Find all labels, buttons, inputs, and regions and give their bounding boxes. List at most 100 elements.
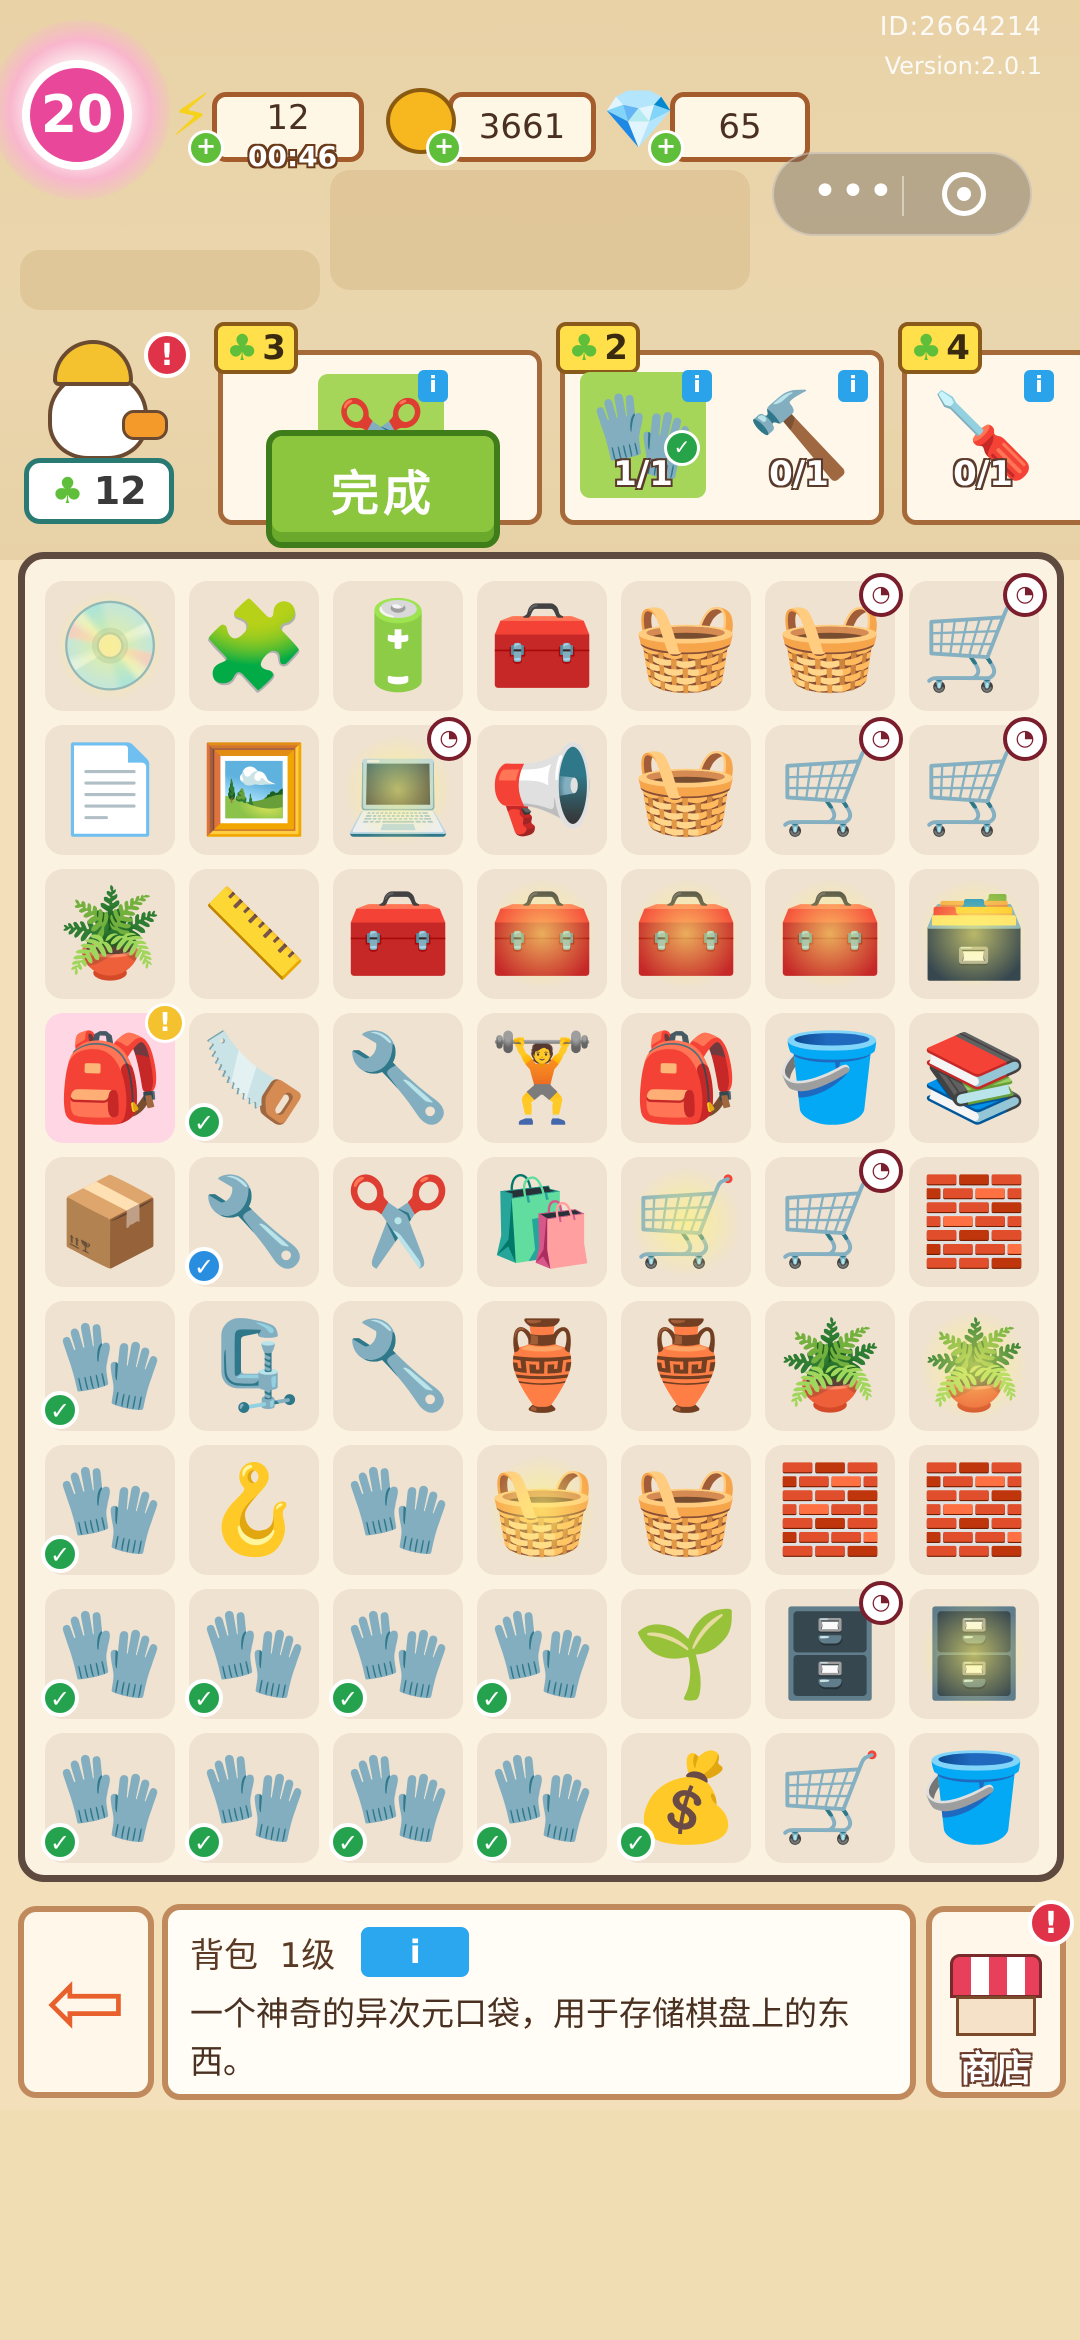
board-cell[interactable]: 🎒 bbox=[621, 1013, 751, 1143]
add-energy-button[interactable]: + bbox=[188, 130, 224, 166]
board-cell[interactable]: 🪴 bbox=[765, 1301, 895, 1431]
board-cell[interactable]: 🛒 ◔ bbox=[909, 573, 1047, 711]
add-coins-button[interactable]: + bbox=[426, 130, 462, 166]
board-cell[interactable]: 🧱 bbox=[765, 1445, 895, 1575]
board-cell[interactable]: 🧤 bbox=[333, 1445, 463, 1575]
order-2-item-1-progress: 1/1 bbox=[613, 454, 673, 494]
board-cell[interactable]: 🧰 bbox=[477, 869, 607, 999]
board-cell[interactable]: 🪚 ✓ bbox=[185, 1013, 319, 1143]
board-cell[interactable]: 🧺 bbox=[621, 725, 751, 855]
board-cell[interactable]: 🧺 bbox=[477, 1445, 607, 1575]
order-2-reward-value: 2 bbox=[604, 328, 628, 368]
board-cell[interactable]: 🗜️ bbox=[189, 1301, 319, 1431]
generator-sparkle bbox=[765, 869, 895, 999]
board-cell[interactable]: 🧤 ✓ bbox=[329, 1589, 463, 1719]
board-cell[interactable]: 🧤 ✓ bbox=[329, 1733, 463, 1863]
order-3-info-button[interactable]: i bbox=[1024, 370, 1054, 402]
board-cell[interactable]: 🔧 ✓ bbox=[185, 1157, 319, 1287]
backpack-icon: 🎒 bbox=[56, 1028, 164, 1128]
board-cell[interactable]: 📢 bbox=[477, 725, 607, 855]
board-cell[interactable]: 🔋 bbox=[333, 581, 463, 711]
board-cell[interactable]: 🧤 ✓ bbox=[473, 1733, 607, 1863]
board-cell[interactable]: 🛍️ bbox=[477, 1157, 607, 1287]
exit-button[interactable]: ⇦ bbox=[18, 1906, 154, 2098]
board-cell[interactable]: 🖼️ bbox=[189, 725, 319, 855]
board-cell[interactable]: 🪴 bbox=[45, 869, 175, 999]
board-cell[interactable]: 🧱 bbox=[909, 1157, 1039, 1287]
order-ready-check-icon: ✓ bbox=[185, 1823, 223, 1861]
board-cell[interactable]: 🧺 bbox=[621, 1445, 751, 1575]
board-cell[interactable]: 🏺 bbox=[477, 1301, 607, 1431]
board-cell[interactable]: 🛒 bbox=[765, 1733, 895, 1863]
board-cell[interactable]: 🧺 bbox=[621, 581, 751, 711]
board-cell[interactable]: 🧺 ◔ bbox=[765, 573, 903, 711]
board-cell[interactable]: 📚 bbox=[909, 1013, 1039, 1143]
board-cell[interactable]: 🪝 bbox=[189, 1445, 319, 1575]
item-alert-icon: ! bbox=[145, 1003, 185, 1043]
board-cell[interactable]: 🛒 ◔ bbox=[765, 1149, 903, 1287]
tool-cart-icon: 🛒 bbox=[920, 740, 1028, 840]
broken-pot-icon: 🏺 bbox=[488, 1316, 596, 1416]
board-cell[interactable]: 🛒 ◔ bbox=[765, 717, 903, 855]
coin-counter[interactable]: 3661 bbox=[448, 92, 596, 162]
board-cell[interactable]: 📏 bbox=[189, 869, 319, 999]
board-cell[interactable]: 🪣 bbox=[765, 1013, 895, 1143]
level-badge[interactable]: 20 bbox=[22, 60, 132, 170]
board-cell[interactable]: 📄 bbox=[45, 725, 175, 855]
board-cell[interactable]: 🧤 ✓ bbox=[41, 1301, 175, 1431]
green-wrench-icon: 🔧 bbox=[344, 1316, 452, 1416]
board-cell[interactable]: 🪴 bbox=[909, 1301, 1039, 1431]
board-cell[interactable]: 🗃️ bbox=[909, 869, 1039, 999]
board-cell[interactable]: 🔧 bbox=[333, 1301, 463, 1431]
board-cell[interactable]: 💿 bbox=[45, 581, 175, 711]
board-cell[interactable]: 🏺 bbox=[621, 1301, 751, 1431]
board-cell[interactable]: 🧤 ✓ bbox=[41, 1733, 175, 1863]
board-cell[interactable]: 🏋️ bbox=[477, 1013, 607, 1143]
generator-sparkle bbox=[477, 1445, 607, 1575]
order-2-item-1-info-button[interactable]: i bbox=[682, 370, 712, 402]
board-cell[interactable]: 🪣 bbox=[909, 1733, 1039, 1863]
order-2-item-2-info-button[interactable]: i bbox=[838, 370, 868, 402]
version-label: Version:2.0.1 bbox=[884, 52, 1042, 80]
board-cell[interactable]: ✂️ bbox=[333, 1157, 463, 1287]
gem-counter[interactable]: 65 bbox=[670, 92, 810, 162]
board-cell[interactable]: 🎒! bbox=[45, 1003, 185, 1143]
board-cell[interactable]: 🧤 ✓ bbox=[41, 1445, 175, 1575]
glove-icon: 🧤 bbox=[344, 1460, 452, 1560]
order-ready-check-icon: ✓ bbox=[473, 1679, 511, 1717]
board-cell[interactable]: 🧰 bbox=[477, 581, 607, 711]
board-cell[interactable]: 🗄️ bbox=[909, 1589, 1039, 1719]
more-dots-icon[interactable]: ••• bbox=[812, 170, 896, 214]
board-cell[interactable]: 🌱 bbox=[621, 1589, 751, 1719]
board-cell[interactable]: 🔧 bbox=[333, 1013, 463, 1143]
board-cell[interactable]: 💰 ✓ bbox=[617, 1733, 751, 1863]
cooldown-timer-icon: ◔ bbox=[859, 1581, 903, 1625]
order-1-info-button[interactable]: i bbox=[418, 370, 448, 402]
item-info-button[interactable]: i bbox=[361, 1927, 470, 1977]
target-icon[interactable] bbox=[942, 172, 986, 216]
board-cell[interactable]: 🧰 bbox=[765, 869, 895, 999]
board-cell[interactable]: 🧱 bbox=[909, 1445, 1039, 1575]
shop-awning-icon bbox=[950, 1954, 1042, 1998]
board-cell[interactable]: 🧤 ✓ bbox=[473, 1589, 607, 1719]
exit-arrow-icon: ⇦ bbox=[45, 1946, 127, 2058]
board-cell[interactable]: 🛒 ◔ bbox=[909, 717, 1047, 855]
board-cell[interactable]: 💻◔ bbox=[333, 717, 471, 855]
board-cell[interactable]: 🧤 ✓ bbox=[185, 1589, 319, 1719]
board-cell[interactable]: 🧰 bbox=[333, 869, 463, 999]
board-cell[interactable]: 🧩 bbox=[189, 581, 319, 711]
shop-button[interactable]: ! 商店 bbox=[926, 1900, 1074, 2098]
box-cart-icon: 🛒 bbox=[776, 1172, 884, 1272]
complete-order-button[interactable]: 完成 bbox=[266, 430, 500, 548]
board-cell[interactable]: 🧰 bbox=[621, 869, 751, 999]
duck-character[interactable] bbox=[38, 340, 168, 460]
add-gems-button[interactable]: + bbox=[648, 130, 684, 166]
board-cell[interactable]: 🛒 bbox=[621, 1157, 751, 1287]
shop-icon bbox=[956, 1996, 1036, 2036]
board-cell[interactable]: 🧤 ✓ bbox=[41, 1589, 175, 1719]
board-cell[interactable]: 📦 bbox=[45, 1157, 175, 1287]
board-cell[interactable]: 🗄️ ◔ bbox=[765, 1581, 903, 1719]
brick-stack-icon: 🧱 bbox=[920, 1460, 1028, 1560]
board-cell[interactable]: 🧤 ✓ bbox=[185, 1733, 319, 1863]
character-stars[interactable]: ♣ 12 bbox=[24, 458, 174, 524]
